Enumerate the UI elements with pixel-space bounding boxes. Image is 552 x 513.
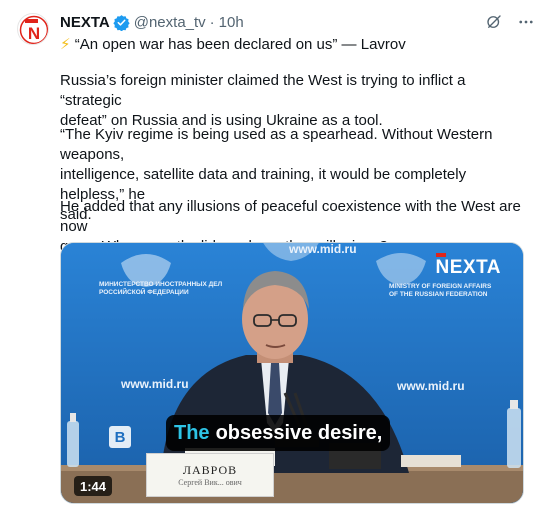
quote-text: “An open war has been declared on us” — … bbox=[74, 36, 406, 53]
tweet-quote-line: ⚡ “An open war has been declared on us” … bbox=[60, 35, 530, 55]
wall-org-line: МИНИСТЕРСТВО ИНОСТРАННЫХ ДЕЛ bbox=[99, 281, 223, 288]
nexta-watermark: NEXTA bbox=[435, 253, 501, 279]
wall-org-text-left: МИНИСТЕРСТВО ИНОСТРАННЫХ ДЕЛ РОССИЙСКОЙ … bbox=[99, 281, 222, 297]
verified-badge-icon bbox=[113, 14, 130, 31]
nexta-watermark-icon bbox=[435, 253, 446, 257]
video-player[interactable]: МИНИСТЕРСТВО ИНОСТРАННЫХ ДЕЛ РОССИЙСКОЙ … bbox=[60, 242, 524, 504]
paragraph-line: He added that any illusions of peaceful … bbox=[60, 198, 521, 235]
more-icon[interactable] bbox=[516, 12, 536, 32]
timestamp[interactable]: 10h bbox=[219, 14, 244, 31]
paragraph-line: “The Kyiv regime is being used as a spea… bbox=[60, 126, 493, 163]
tweet[interactable]: N NEXTA @nexta_tv · 10h ⚡ “An open war h… bbox=[0, 0, 552, 513]
wall-org-line: OF THE RUSSIAN FEDERATION bbox=[389, 291, 488, 298]
nameplate-subtitle: Сергей Вик... ович bbox=[178, 478, 242, 487]
nameplate-name: ЛАВРОВ bbox=[182, 463, 238, 477]
wall-url-right: www.mid.ru bbox=[397, 379, 465, 393]
author-name[interactable]: NEXTA bbox=[60, 14, 110, 31]
separator-dot: · bbox=[209, 13, 215, 31]
video-caption: The obsessive desire, bbox=[166, 415, 391, 451]
wall-url-left: www.mid.ru bbox=[121, 377, 189, 391]
wall-url-top: www.mid.ru bbox=[289, 242, 357, 256]
author-handle[interactable]: @nexta_tv bbox=[134, 14, 206, 31]
grok-icon[interactable] bbox=[484, 12, 504, 32]
avatar[interactable]: N bbox=[17, 13, 49, 45]
wall-org-line: MINISTRY OF FOREIGN AFFAIRS bbox=[389, 283, 492, 290]
wall-org-text-right: MINISTRY OF FOREIGN AFFAIRS OF THE RUSSI… bbox=[389, 283, 491, 299]
nameplate: ЛАВРОВ Сергей Вик... ович bbox=[146, 453, 274, 497]
channel-badge-icon: B bbox=[109, 426, 131, 448]
paragraph-line: Russia’s foreign minister claimed the We… bbox=[60, 72, 466, 109]
tweet-paragraph-1: Russia’s foreign minister claimed the We… bbox=[60, 71, 530, 131]
wall-org-line: РОССИЙСКОЙ ФЕДЕРАЦИИ bbox=[99, 289, 189, 296]
caption-text: obsessive desire, bbox=[215, 421, 383, 444]
nexta-logo-icon: N bbox=[19, 15, 48, 44]
svg-text:N: N bbox=[28, 24, 40, 43]
video-duration: 1:44 bbox=[74, 476, 113, 496]
caption-highlight: The bbox=[174, 421, 210, 444]
tweet-header: NEXTA @nexta_tv · 10h bbox=[60, 11, 536, 33]
lightning-emoji: ⚡ bbox=[60, 36, 71, 53]
